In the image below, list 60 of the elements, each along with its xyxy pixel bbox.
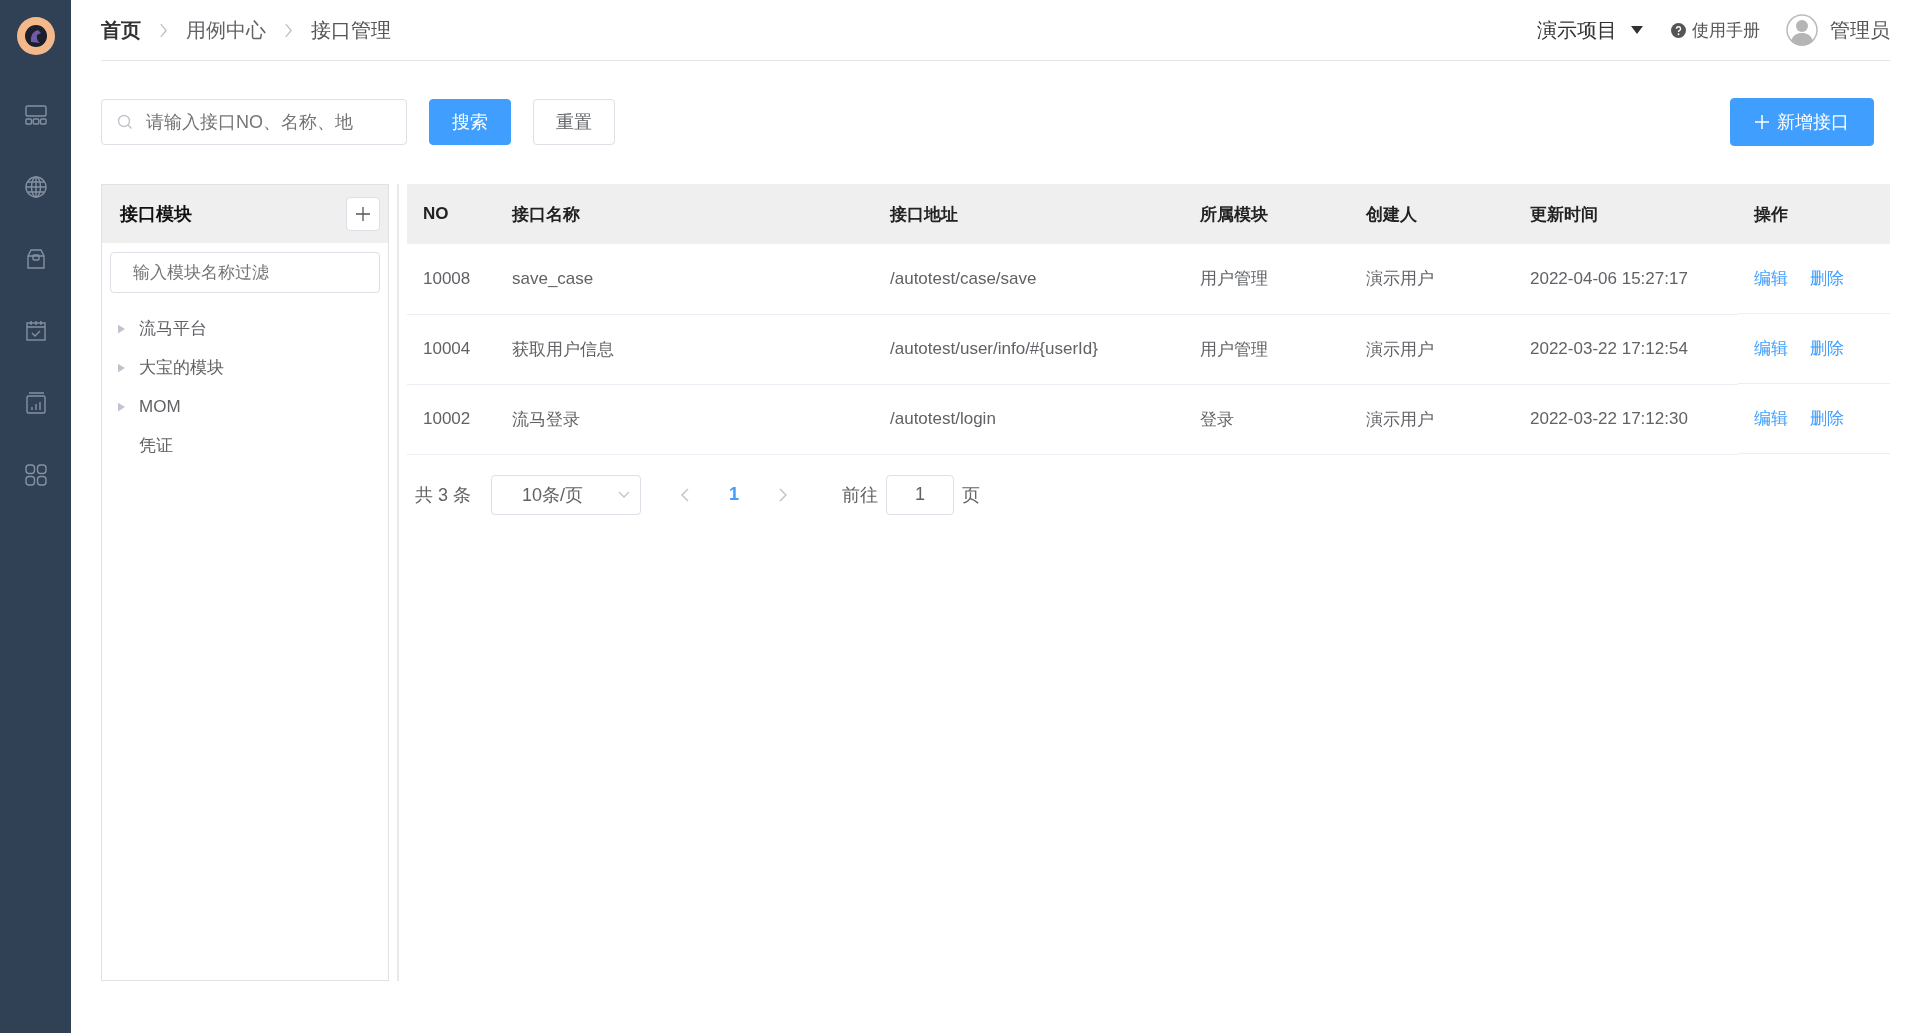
table-cell: 2022-03-22 17:12:30 xyxy=(1530,409,1688,428)
avatar-icon[interactable] xyxy=(1786,14,1818,46)
breadcrumb-link[interactable]: 接口管理 xyxy=(311,16,391,44)
reset-button[interactable]: 重置 xyxy=(533,99,615,145)
expand-arrow-icon[interactable] xyxy=(118,323,125,334)
column-header: 创建人 xyxy=(1366,204,1417,224)
table-cell: 用户管理 xyxy=(1200,269,1268,289)
table-cell: 登录 xyxy=(1200,409,1234,429)
table-cell: /autotest/case/save xyxy=(890,268,1037,288)
tree-item-label[interactable]: 大宝的模块 xyxy=(139,356,224,379)
user-name: 管理员 xyxy=(1830,17,1890,43)
page-size-select[interactable]: 10条/页 xyxy=(491,474,641,515)
tree-item-label[interactable]: 流马平台 xyxy=(139,317,207,340)
search-icon xyxy=(117,114,133,130)
table-cell: 获取用户信息 xyxy=(512,339,614,359)
column-header: 接口地址 xyxy=(890,204,958,224)
filter-field[interactable]: 输入模块名称过滤 xyxy=(110,252,380,293)
plus-icon xyxy=(1755,115,1769,129)
table-cell: 10004 xyxy=(423,339,471,358)
goto-label: 前往 xyxy=(842,483,879,507)
table-cell: 2022-03-22 17:12:54 xyxy=(1530,339,1688,358)
help-link[interactable]: 使用手册 xyxy=(1692,18,1760,42)
project-dropdown[interactable]: 演示项目 xyxy=(1537,16,1643,44)
table-cell: 10008 xyxy=(423,268,471,288)
chevron-icon xyxy=(159,22,168,38)
table-cell: 流马登录 xyxy=(512,409,580,429)
plus-icon xyxy=(355,206,371,222)
table-cell: /autotest/user/info/#{userId} xyxy=(890,339,1098,358)
search-field[interactable]: 请输入接口NO、名称、地 xyxy=(101,99,407,145)
page-suffix: 页 xyxy=(962,483,981,507)
breadcrumb-link[interactable]: 首页 xyxy=(101,16,141,44)
logo-icon xyxy=(15,16,56,56)
table-cell: 用户管理 xyxy=(1200,339,1268,359)
table-cell: 2022-04-06 15:27:17 xyxy=(1530,268,1688,288)
column-header: 更新时间 xyxy=(1530,204,1598,224)
caret-icon xyxy=(1631,26,1643,34)
column-header: 所属模块 xyxy=(1200,204,1268,224)
tree-item-label[interactable]: MOM xyxy=(139,396,181,417)
chevron-icon xyxy=(284,22,293,38)
panel-title: 接口模块 xyxy=(120,203,192,226)
prev-page-icon[interactable] xyxy=(681,487,689,502)
expand-arrow-icon[interactable] xyxy=(118,362,125,373)
table-cell: 演示用户 xyxy=(1366,269,1434,289)
column-header: NO xyxy=(423,204,449,223)
expand-arrow-icon[interactable] xyxy=(118,401,125,412)
add-module-button[interactable] xyxy=(346,197,380,231)
column-header: 操作 xyxy=(1754,204,1788,224)
table-cell: 演示用户 xyxy=(1366,409,1434,429)
table-cell: save_case xyxy=(512,268,594,288)
chevron-down-icon xyxy=(618,490,630,499)
next-page-icon[interactable] xyxy=(779,487,788,502)
breadcrumb-link[interactable]: 用例中心 xyxy=(186,16,266,44)
table-cell: 10002 xyxy=(423,409,471,428)
table-cell: 演示用户 xyxy=(1366,339,1434,359)
table-cell: /autotest/login xyxy=(890,409,996,428)
total-count: 共 3 条 xyxy=(415,483,471,507)
help-icon xyxy=(1671,22,1686,38)
tree-item-label[interactable]: 凭证 xyxy=(139,434,173,457)
column-header: 接口名称 xyxy=(512,204,580,224)
page-input[interactable]: 1 xyxy=(886,474,955,515)
